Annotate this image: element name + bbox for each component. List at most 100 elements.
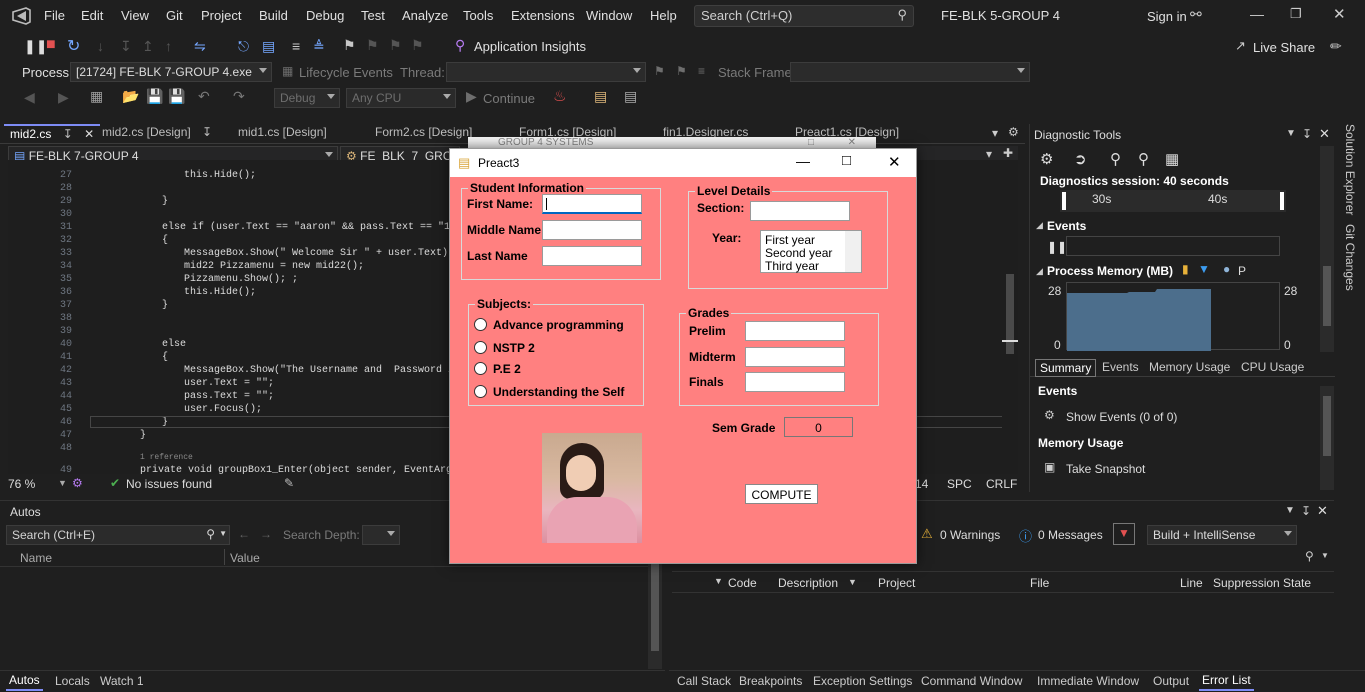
- prelim-input[interactable]: [745, 321, 845, 341]
- hot-reload-icon[interactable]: ⇋: [194, 38, 206, 55]
- scrollbar-thumb[interactable]: [651, 555, 659, 651]
- finals-input[interactable]: [745, 372, 845, 392]
- timeline-handle-right[interactable]: [1280, 192, 1284, 210]
- column-divider[interactable]: [224, 549, 225, 565]
- tab-command-window[interactable]: Command Window: [921, 674, 1022, 688]
- warnings-filter[interactable]: 0 Warnings: [940, 528, 1000, 542]
- redo-icon[interactable]: ↷: [233, 88, 245, 105]
- code-line[interactable]: }: [162, 196, 168, 207]
- search-dropdown-icon[interactable]: ▼: [1321, 551, 1329, 560]
- subject-understanding-the-self[interactable]: Understanding the Self: [493, 385, 624, 399]
- menu-build[interactable]: Build: [259, 8, 288, 23]
- menu-git[interactable]: Git: [166, 8, 183, 23]
- description-filter-icon[interactable]: ▼: [848, 577, 857, 587]
- code-line[interactable]: mid22 Pizzamenu = new mid22();: [184, 261, 364, 272]
- tab-exception-settings[interactable]: Exception Settings: [813, 674, 912, 688]
- close-icon[interactable]: ✕: [888, 153, 901, 171]
- tab-events[interactable]: Events: [1102, 360, 1139, 374]
- menu-file[interactable]: File: [44, 8, 65, 23]
- tab-memory-usage[interactable]: Memory Usage: [1149, 360, 1230, 374]
- comment-icon[interactable]: ≜: [313, 38, 325, 55]
- code-line[interactable]: else if (user.Text == "aaron" && pass.Te…: [162, 222, 462, 233]
- scrollbar-thumb[interactable]: [1323, 396, 1331, 456]
- code-line[interactable]: pass.Text = "";: [184, 391, 274, 402]
- spaces-indicator[interactable]: SPC: [947, 477, 972, 491]
- new-item-icon[interactable]: ▦: [90, 88, 103, 105]
- settings-gear-icon[interactable]: ⚙: [1008, 125, 1019, 139]
- pause-events-icon[interactable]: ❚❚: [1047, 240, 1067, 254]
- midterm-input[interactable]: [745, 347, 845, 367]
- editor-scrollbar[interactable]: [1002, 164, 1018, 474]
- tab-call-stack[interactable]: Call Stack: [677, 674, 731, 688]
- account-icon[interactable]: ⚯: [1190, 6, 1202, 23]
- code-line[interactable]: user.Focus();: [184, 404, 262, 415]
- restart-icon[interactable]: ↻: [67, 36, 80, 56]
- stop-icon[interactable]: ■: [46, 36, 56, 54]
- collapse-icon[interactable]: ◢: [1036, 220, 1043, 231]
- indent-icon[interactable]: ≡: [292, 38, 300, 54]
- open-folder-icon[interactable]: 📂: [122, 88, 139, 105]
- panel-menu-icon[interactable]: ▼: [1285, 505, 1295, 516]
- code-line[interactable]: user.Text = "";: [184, 378, 274, 389]
- git-changes-tab[interactable]: Git Changes: [1343, 224, 1357, 291]
- subject-advance-programming[interactable]: Advance programming: [493, 318, 624, 332]
- radio-advance-programming[interactable]: [474, 318, 487, 331]
- menu-debug[interactable]: Debug: [306, 8, 344, 23]
- tab-error-list[interactable]: Error List: [1199, 673, 1254, 691]
- first-name-input[interactable]: [542, 194, 642, 214]
- application-insights-icon[interactable]: ⚲: [455, 37, 465, 54]
- code-line[interactable]: this.Hide();: [184, 287, 256, 298]
- code-line[interactable]: else: [162, 339, 186, 350]
- code-line[interactable]: {: [162, 352, 168, 363]
- minimize-icon[interactable]: —: [1250, 6, 1264, 22]
- zoom-out-icon[interactable]: ⚲: [1138, 150, 1149, 168]
- code-line[interactable]: {: [162, 235, 168, 246]
- line-ending-indicator[interactable]: CRLF: [986, 477, 1017, 491]
- column-value-header[interactable]: Value: [230, 551, 260, 565]
- window-title-bar[interactable]: ▤ Preact3 — □ ✕: [450, 149, 916, 177]
- restore-icon[interactable]: ❐: [1290, 6, 1302, 22]
- memory-graph[interactable]: [1066, 282, 1280, 351]
- settings-icon[interactable]: ⚙: [1040, 150, 1053, 168]
- pause-icon[interactable]: ❚❚: [24, 38, 47, 55]
- zoom-dropdown-icon[interactable]: ▼: [58, 478, 67, 488]
- code-line[interactable]: }: [140, 430, 146, 441]
- tab-autos[interactable]: Autos: [6, 673, 43, 691]
- undo-icon[interactable]: ↶: [198, 88, 210, 105]
- tab-breakpoints[interactable]: Breakpoints: [739, 674, 802, 688]
- menu-test[interactable]: Test: [361, 8, 385, 23]
- last-name-input[interactable]: [542, 246, 642, 266]
- solution-folder-icon[interactable]: ▤: [594, 88, 607, 105]
- tab-immediate-window[interactable]: Immediate Window: [1037, 674, 1139, 688]
- code-line[interactable]: MessageBox.Show(" Welcome Sir " + user.T…: [184, 248, 454, 259]
- tab-summary[interactable]: Summary: [1035, 359, 1097, 377]
- sign-in-link[interactable]: Sign in: [1147, 9, 1187, 24]
- split-dropdown-icon[interactable]: ▾: [986, 147, 992, 161]
- live-share-button[interactable]: Live Share: [1253, 40, 1315, 55]
- diag-scrollbar[interactable]: [1320, 146, 1334, 352]
- tab-form2-design[interactable]: Form2.cs [Design]: [369, 124, 478, 142]
- tab-locals[interactable]: Locals: [55, 674, 90, 688]
- timeline-ruler[interactable]: 30s 40s: [1060, 190, 1286, 212]
- search-icon[interactable]: ⚲: [1305, 549, 1314, 563]
- save-all-icon[interactable]: 💾: [168, 88, 185, 105]
- listbox-scrollbar[interactable]: [845, 231, 861, 272]
- tab-mid2-cs[interactable]: mid2.cs ↧ ✕: [4, 124, 101, 142]
- tab-watch-1[interactable]: Watch 1: [100, 674, 144, 688]
- menu-help[interactable]: Help: [650, 8, 677, 23]
- menu-project[interactable]: Project: [201, 8, 241, 23]
- year-option-third[interactable]: Third year: [765, 259, 819, 273]
- issues-status[interactable]: No issues found: [126, 477, 212, 491]
- copilot-icon[interactable]: ⚙: [72, 476, 83, 490]
- column-name-header[interactable]: Name: [20, 551, 52, 565]
- section-input[interactable]: [750, 201, 850, 221]
- radio-understanding-the-self[interactable]: [474, 385, 487, 398]
- window-layout-icon[interactable]: ▤: [624, 88, 637, 105]
- panel-menu-icon[interactable]: ▼: [1286, 128, 1296, 139]
- pin-icon[interactable]: ↧: [63, 127, 73, 141]
- live-visual-tree-icon[interactable]: ▤: [262, 38, 275, 55]
- compute-button[interactable]: COMPUTE: [745, 484, 818, 504]
- menu-view[interactable]: View: [121, 8, 149, 23]
- bookmark-icon[interactable]: ⚑: [343, 37, 356, 54]
- code-line[interactable]: this.Hide();: [184, 170, 256, 181]
